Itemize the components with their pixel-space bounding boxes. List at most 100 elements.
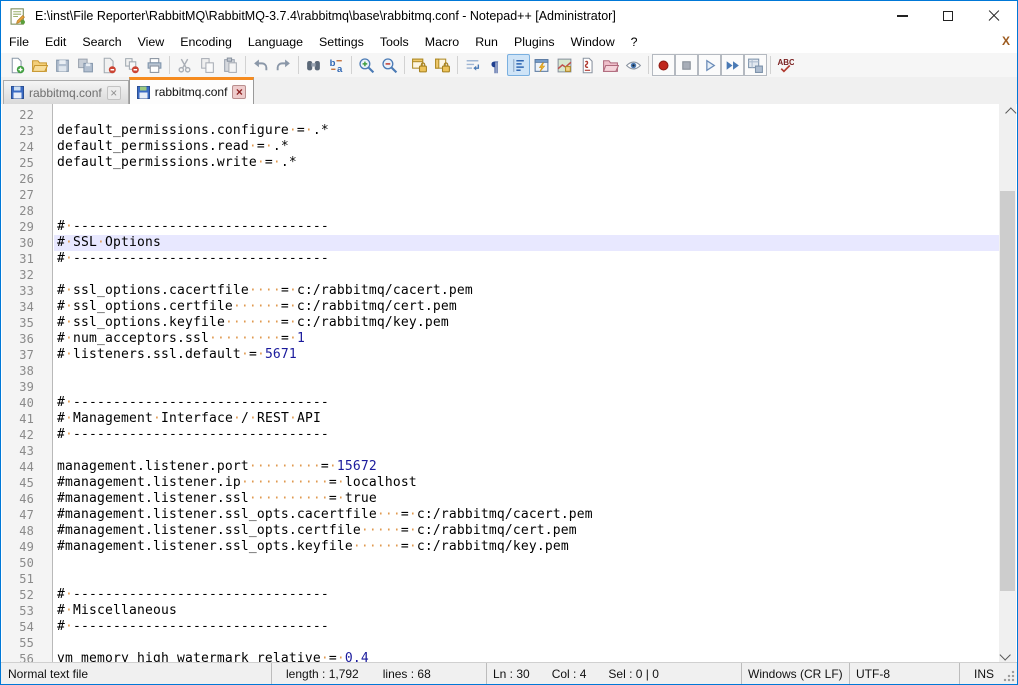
code-line-45[interactable]: 45#management.listener.ip···········=·lo… xyxy=(2,475,1001,491)
copy-button[interactable] xyxy=(196,54,219,76)
macro-record-button[interactable] xyxy=(652,54,675,76)
document-map-button[interactable] xyxy=(553,54,576,76)
menu-item-file[interactable]: File xyxy=(1,32,37,52)
code-line-42[interactable]: 42#·-------------------------------- xyxy=(2,427,1001,443)
line-number: 40 xyxy=(2,395,54,411)
tab-close-icon[interactable]: × xyxy=(232,85,246,99)
macro-save-button[interactable] xyxy=(744,54,767,76)
code-line-39[interactable]: 39 xyxy=(2,379,1001,395)
line-text: #·ssl_options.keyfile·······=·c:/rabbitm… xyxy=(54,315,1001,331)
tab-rabbitmq-conf-1[interactable]: rabbitmq.conf× xyxy=(3,80,129,104)
code-line-24[interactable]: 24default_permissions.read·=·.* xyxy=(2,139,1001,155)
menu-item-edit[interactable]: Edit xyxy=(37,32,74,52)
scrollbar-thumb[interactable] xyxy=(1000,191,1015,591)
code-line-29[interactable]: 29#·-------------------------------- xyxy=(2,219,1001,235)
menu-item-[interactable]: ? xyxy=(623,32,646,52)
line-text: #management.listener.ip···········=·loca… xyxy=(54,475,1001,491)
save-all-button[interactable] xyxy=(74,54,97,76)
folder-workspace-button[interactable] xyxy=(599,54,622,76)
find-button[interactable] xyxy=(302,54,325,76)
tab-rabbitmq-conf-2[interactable]: rabbitmq.conf× xyxy=(129,77,255,104)
print-button[interactable] xyxy=(143,54,166,76)
code-line-54[interactable]: 54#·-------------------------------- xyxy=(2,619,1001,635)
code-line-41[interactable]: 41#·Management·Interface·/·REST·API xyxy=(2,411,1001,427)
code-line-35[interactable]: 35#·ssl_options.keyfile·······=·c:/rabbi… xyxy=(2,315,1001,331)
undo-button[interactable] xyxy=(249,54,272,76)
code-line-23[interactable]: 23default_permissions.configure·=·.* xyxy=(2,123,1001,139)
macro-stop-button[interactable] xyxy=(675,54,698,76)
menu-bar: FileEditSearchViewEncodingLanguageSettin… xyxy=(1,31,1017,53)
redo-button[interactable] xyxy=(272,54,295,76)
toolbar-separator xyxy=(169,56,170,74)
code-line-46[interactable]: 46#management.listener.ssl··········=·tr… xyxy=(2,491,1001,507)
code-line-33[interactable]: 33#·ssl_options.cacertfile····=·c:/rabbi… xyxy=(2,283,1001,299)
show-all-characters-button[interactable]: ¶ xyxy=(484,54,507,76)
code-line-32[interactable]: 32 xyxy=(2,267,1001,283)
code-line-44[interactable]: 44management.listener.port·········=·156… xyxy=(2,459,1001,475)
function-list-button[interactable] xyxy=(576,54,599,76)
code-line-34[interactable]: 34#·ssl_options.certfile······=·c:/rabbi… xyxy=(2,299,1001,315)
code-line-22[interactable]: 22 xyxy=(2,107,1001,123)
sync-horizontal-button[interactable] xyxy=(431,54,454,76)
menu-item-encoding[interactable]: Encoding xyxy=(172,32,240,52)
menu-item-settings[interactable]: Settings xyxy=(311,32,372,52)
menu-item-language[interactable]: Language xyxy=(240,32,311,52)
resize-grip[interactable] xyxy=(1003,670,1015,682)
code-line-30[interactable]: 30#·SSL·Options xyxy=(2,235,1001,251)
scrollbar-up-button[interactable] xyxy=(999,104,1016,121)
code-line-52[interactable]: 52#·-------------------------------- xyxy=(2,587,1001,603)
spell-check-button[interactable]: ABC xyxy=(774,54,797,76)
code-line-50[interactable]: 50 xyxy=(2,555,1001,571)
menu-item-run[interactable]: Run xyxy=(467,32,506,52)
close-document-x-icon[interactable]: X xyxy=(1002,34,1010,48)
code-line-31[interactable]: 31#·-------------------------------- xyxy=(2,251,1001,267)
open-file-button[interactable] xyxy=(28,54,51,76)
code-line-40[interactable]: 40#·-------------------------------- xyxy=(2,395,1001,411)
menu-item-tools[interactable]: Tools xyxy=(372,32,417,52)
code-line-38[interactable]: 38 xyxy=(2,363,1001,379)
cut-button[interactable] xyxy=(173,54,196,76)
code-line-28[interactable]: 28 xyxy=(2,203,1001,219)
word-wrap-button[interactable] xyxy=(461,54,484,76)
code-line-55[interactable]: 55 xyxy=(2,635,1001,651)
indent-guide-button[interactable] xyxy=(507,54,530,76)
replace-button[interactable]: ba xyxy=(325,54,348,76)
close-all-button[interactable] xyxy=(120,54,143,76)
code-line-49[interactable]: 49#management.listener.ssl_opts.keyfile·… xyxy=(2,539,1001,555)
code-line-37[interactable]: 37#·listeners.ssl.default·=·5671 xyxy=(2,347,1001,363)
menu-item-plugins[interactable]: Plugins xyxy=(506,32,563,52)
tab-close-icon[interactable]: × xyxy=(107,86,121,100)
code-line-27[interactable]: 27 xyxy=(2,187,1001,203)
code-line-36[interactable]: 36#·num_acceptors.ssl·········=·1 xyxy=(2,331,1001,347)
minimize-button[interactable] xyxy=(879,1,925,31)
code-line-43[interactable]: 43 xyxy=(2,443,1001,459)
scrollbar-down-button[interactable] xyxy=(999,646,1016,663)
code-line-26[interactable]: 26 xyxy=(2,171,1001,187)
new-file-button[interactable] xyxy=(5,54,28,76)
close-button[interactable] xyxy=(971,1,1017,31)
zoom-out-button[interactable] xyxy=(378,54,401,76)
status-doc-type: Normal text file xyxy=(1,663,271,684)
menu-item-view[interactable]: View xyxy=(130,32,173,52)
macro-play-icon xyxy=(701,57,718,74)
menu-item-window[interactable]: Window xyxy=(563,32,623,52)
code-line-47[interactable]: 47#management.listener.ssl_opts.cacertfi… xyxy=(2,507,1001,523)
editor[interactable]: 2223default_permissions.configure·=·.*24… xyxy=(2,104,1001,663)
close-file-button[interactable] xyxy=(97,54,120,76)
code-line-51[interactable]: 51 xyxy=(2,571,1001,587)
sync-vertical-button[interactable] xyxy=(408,54,431,76)
user-language-button[interactable] xyxy=(530,54,553,76)
maximize-button[interactable] xyxy=(925,1,971,31)
save-file-button[interactable] xyxy=(51,54,74,76)
menu-item-search[interactable]: Search xyxy=(74,32,129,52)
menu-item-macro[interactable]: Macro xyxy=(417,32,467,52)
code-line-25[interactable]: 25default_permissions.write·=·.* xyxy=(2,155,1001,171)
macro-run-multiple-button[interactable] xyxy=(721,54,744,76)
monitoring-eye-button[interactable] xyxy=(622,54,645,76)
code-line-53[interactable]: 53#·Miscellaneous xyxy=(2,603,1001,619)
macro-play-button[interactable] xyxy=(698,54,721,76)
paste-button[interactable] xyxy=(219,54,242,76)
zoom-in-button[interactable] xyxy=(355,54,378,76)
line-number: 44 xyxy=(2,459,54,475)
code-line-48[interactable]: 48#management.listener.ssl_opts.certfile… xyxy=(2,523,1001,539)
